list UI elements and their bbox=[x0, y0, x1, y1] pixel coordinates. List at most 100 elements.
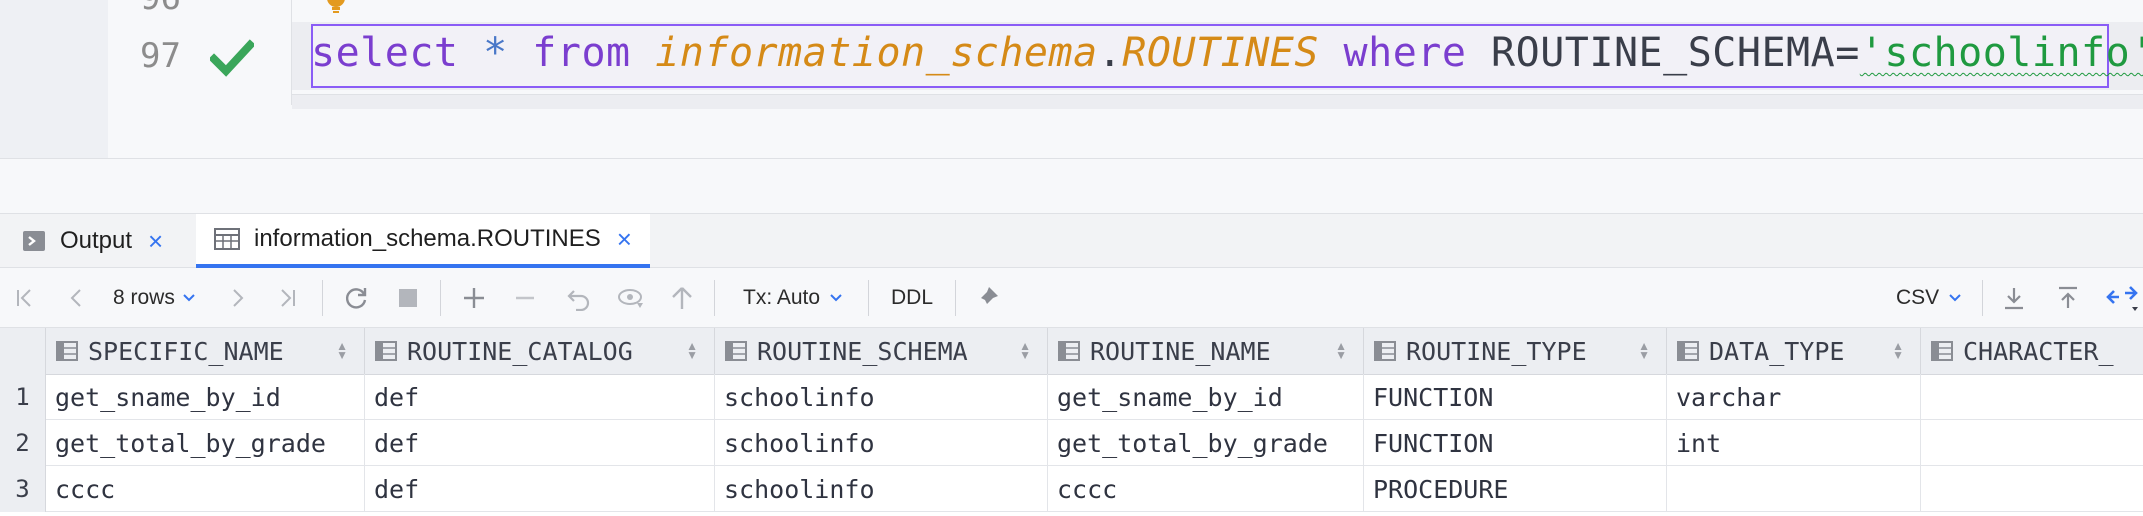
ddl-button[interactable]: DDL bbox=[891, 268, 933, 328]
table-cell[interactable]: def bbox=[365, 374, 715, 420]
editor-left-strip bbox=[0, 0, 108, 158]
rows-count-dropdown[interactable]: 8 rows bbox=[113, 268, 197, 328]
table-row[interactable]: 3 cccc def schoolinfo cccc PROCEDURE bbox=[0, 466, 2143, 512]
table-cell[interactable]: FUNCTION bbox=[1364, 374, 1667, 420]
add-row-icon[interactable] bbox=[457, 268, 491, 328]
table-row[interactable]: 2 get_total_by_grade def schoolinfo get_tota… bbox=[0, 420, 2143, 466]
sort-arrows-icon[interactable]: ▲ ▼ bbox=[1019, 340, 1031, 361]
table-cell[interactable]: get_sname_by_id bbox=[46, 374, 365, 420]
column-header[interactable]: CHARACTER_ bbox=[1921, 328, 2143, 374]
table-cell[interactable]: schoolinfo bbox=[715, 466, 1048, 512]
sort-arrows-icon[interactable]: ▲ ▼ bbox=[1892, 340, 1904, 361]
column-header[interactable]: DATA_TYPE ▲ ▼ bbox=[1667, 328, 1921, 374]
upload-icon[interactable] bbox=[2051, 268, 2085, 328]
table-cell[interactable]: get_sname_by_id bbox=[1048, 374, 1364, 420]
export-format-dropdown[interactable]: CSV bbox=[1896, 268, 1963, 328]
column-icon bbox=[375, 341, 397, 361]
preview-changes-icon[interactable] bbox=[614, 268, 648, 328]
first-page-icon[interactable] bbox=[10, 268, 40, 328]
column-icon bbox=[1058, 341, 1080, 361]
close-icon[interactable]: × bbox=[148, 226, 163, 257]
sort-arrows-icon[interactable]: ▲ ▼ bbox=[686, 340, 698, 361]
line-gutter bbox=[108, 0, 292, 158]
table-cell[interactable]: FUNCTION bbox=[1364, 420, 1667, 466]
transaction-mode-label: Tx: Auto bbox=[743, 286, 821, 309]
table-cell[interactable]: schoolinfo bbox=[715, 420, 1048, 466]
column-header[interactable]: ROUTINE_TYPE ▲ ▼ bbox=[1364, 328, 1667, 374]
column-name: ROUTINE_SCHEMA bbox=[1491, 30, 1836, 76]
line-number: 96 bbox=[140, 0, 2083, 18]
intention-bulb-icon[interactable] bbox=[325, 0, 347, 16]
results-grid[interactable]: SPECIFIC_NAME ▲ ▼ ROUTINE_CATALOG ▲ ▼ ROUTINE_… bbox=[0, 328, 2143, 516]
last-page-icon[interactable] bbox=[272, 268, 302, 328]
rows-count-label: 8 rows bbox=[113, 286, 175, 309]
transaction-mode-dropdown[interactable]: Tx: Auto bbox=[743, 268, 844, 328]
toolbar-separator bbox=[714, 280, 715, 316]
tab-output[interactable]: Output × bbox=[22, 214, 163, 268]
table-cell[interactable]: varchar bbox=[1667, 374, 1921, 420]
table-cell[interactable] bbox=[1667, 466, 1921, 512]
column-header[interactable]: SPECIFIC_NAME ▲ ▼ bbox=[46, 328, 365, 374]
table-cell[interactable]: cccc bbox=[46, 466, 365, 512]
column-icon bbox=[56, 341, 78, 361]
table-cell[interactable]: def bbox=[365, 466, 715, 512]
table-cell[interactable]: int bbox=[1667, 420, 1921, 466]
results-toolbar: 8 rows Tx: Auto DDL CSV bbox=[0, 268, 2143, 328]
table-cell[interactable]: schoolinfo bbox=[715, 374, 1048, 420]
tab-routines-label: information_schema.ROUTINES bbox=[254, 225, 601, 252]
sort-arrows-icon[interactable]: ▲ ▼ bbox=[336, 340, 348, 361]
toolbar-separator bbox=[868, 280, 869, 316]
export-download-icon[interactable] bbox=[1997, 268, 2031, 328]
table-cell[interactable]: get_total_by_grade bbox=[46, 420, 365, 466]
column-header[interactable]: ROUTINE_CATALOG ▲ ▼ bbox=[365, 328, 715, 374]
tab-output-label: Output bbox=[60, 227, 133, 254]
tab-routines-result[interactable]: information_schema.ROUTINES × bbox=[196, 214, 650, 268]
pin-tab-icon[interactable] bbox=[969, 268, 1005, 328]
keyword-where: where bbox=[1343, 30, 1467, 76]
table-cell[interactable]: PROCEDURE bbox=[1364, 466, 1667, 512]
close-icon[interactable]: × bbox=[617, 224, 632, 255]
next-page-icon[interactable] bbox=[222, 268, 252, 328]
column-icon bbox=[1677, 341, 1699, 361]
column-header-label: ROUTINE_TYPE bbox=[1406, 336, 1587, 366]
sql-statement[interactable]: select * from information_schema.ROUTINE… bbox=[311, 30, 2143, 76]
grid-header: SPECIFIC_NAME ▲ ▼ ROUTINE_CATALOG ▲ ▼ ROUTINE_… bbox=[0, 328, 2143, 375]
sort-arrows-icon[interactable]: ▲ ▼ bbox=[1638, 340, 1650, 361]
export-format-label: CSV bbox=[1896, 286, 1940, 309]
table-row[interactable]: 1 get_sname_by_id def schoolinfo get_sname_b… bbox=[0, 374, 2143, 420]
previous-page-icon[interactable] bbox=[62, 268, 92, 328]
sort-arrows-icon[interactable]: ▲ ▼ bbox=[1335, 340, 1347, 361]
column-header[interactable]: ROUTINE_SCHEMA ▲ ▼ bbox=[715, 328, 1048, 374]
reload-icon[interactable] bbox=[339, 268, 373, 328]
row-number: 1 bbox=[0, 374, 46, 420]
sql-editor[interactable]: 96 97 select * from information_schema.R… bbox=[0, 0, 2143, 158]
dot: . bbox=[1097, 30, 1123, 76]
submit-icon[interactable] bbox=[665, 268, 699, 328]
table-cell[interactable] bbox=[1921, 420, 2143, 466]
toolbar-separator bbox=[1982, 280, 1983, 316]
row-number-header bbox=[0, 328, 46, 374]
execution-success-check-icon bbox=[210, 39, 254, 77]
compare-icon[interactable] bbox=[2103, 268, 2141, 328]
stop-icon[interactable] bbox=[391, 268, 425, 328]
table-cell[interactable] bbox=[1921, 374, 2143, 420]
table-cell[interactable]: get_total_by_grade bbox=[1048, 420, 1364, 466]
asterisk: * bbox=[483, 30, 508, 76]
keyword-from: from bbox=[532, 30, 631, 76]
toolbar-separator bbox=[440, 280, 441, 316]
column-header-label: SPECIFIC_NAME bbox=[88, 336, 284, 366]
table-cell[interactable]: cccc bbox=[1048, 466, 1364, 512]
table-cell[interactable] bbox=[1921, 466, 2143, 512]
column-header-label: ROUTINE_NAME bbox=[1090, 336, 1271, 366]
row-number: 2 bbox=[0, 420, 46, 466]
chevron-down-icon bbox=[830, 294, 842, 302]
delete-row-icon[interactable] bbox=[508, 268, 542, 328]
column-header-label: CHARACTER_ bbox=[1963, 336, 2114, 366]
toolbar-separator bbox=[322, 280, 323, 316]
table-cell[interactable]: def bbox=[365, 420, 715, 466]
keyword-select: select bbox=[311, 30, 459, 76]
column-header[interactable]: ROUTINE_NAME ▲ ▼ bbox=[1048, 328, 1364, 374]
column-header-label: ROUTINE_SCHEMA bbox=[757, 336, 968, 366]
revert-icon[interactable] bbox=[562, 268, 596, 328]
equals-operator: = bbox=[1835, 30, 1860, 76]
